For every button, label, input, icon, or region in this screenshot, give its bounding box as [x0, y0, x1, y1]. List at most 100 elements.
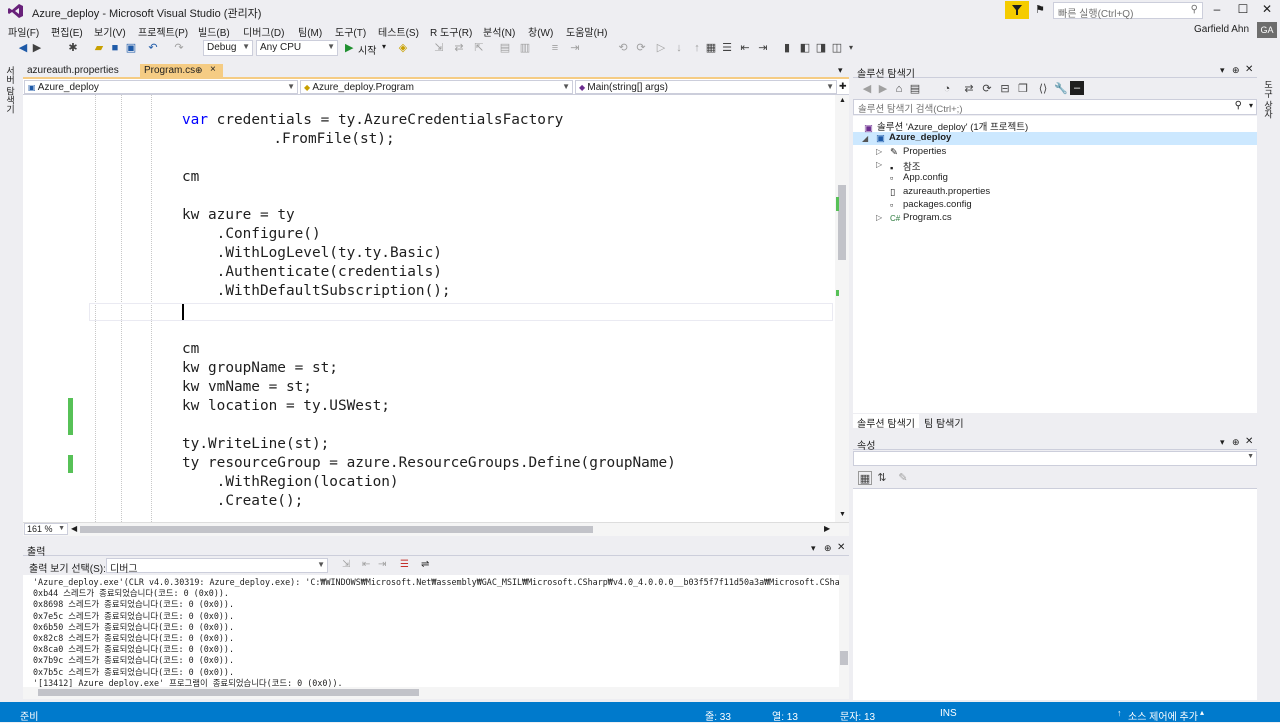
- menu-team[interactable]: 팀(M): [298, 24, 322, 39]
- split-window-icon[interactable]: ✚: [839, 81, 847, 92]
- next-bookmark-icon[interactable]: ◨: [814, 41, 828, 55]
- forward-icon[interactable]: ▶: [30, 41, 44, 55]
- tree-item-azureauth[interactable]: ▯ azureauth.properties: [890, 186, 990, 199]
- step-out-icon[interactable]: ⇱: [472, 41, 486, 55]
- toolbar-overflow-icon[interactable]: ▾: [844, 41, 858, 55]
- output-text-area[interactable]: 'Azure_deploy.exe'(CLR v4.0.30319: Azure…: [23, 575, 839, 687]
- member-combo[interactable]: ◆ Main(string[] args) ▼: [575, 80, 837, 94]
- minimize-button[interactable]: –: [1206, 2, 1228, 18]
- pin-icon[interactable]: ⊕: [1232, 437, 1240, 448]
- chevron-down-icon[interactable]: ▾: [1249, 101, 1253, 110]
- user-name[interactable]: Garfield Ahn: [1194, 24, 1249, 35]
- menu-tools[interactable]: 도구(T): [335, 24, 366, 39]
- menu-project[interactable]: 프로젝트(P): [138, 24, 188, 39]
- sync-with-document-icon[interactable]: ⇄: [962, 82, 976, 96]
- platform-combo[interactable]: Any CPU ▼: [256, 40, 338, 56]
- notification-filter-icon[interactable]: [1005, 1, 1029, 19]
- collapse-arrow-icon[interactable]: ▷: [876, 147, 882, 156]
- prev-bookmark-icon[interactable]: ◧: [798, 41, 812, 55]
- menu-edit[interactable]: 편집(E): [51, 24, 83, 39]
- zoom-combo[interactable]: 161 % ▼: [24, 523, 68, 535]
- window-position-icon[interactable]: ▾: [1220, 65, 1225, 76]
- code-line[interactable]: kw azure = ty: [182, 207, 295, 226]
- collapse-arrow-icon[interactable]: ▷: [876, 213, 882, 222]
- properties-object-combo[interactable]: ▼: [853, 451, 1257, 466]
- output-vertical-scrollbar-thumb[interactable]: [840, 651, 848, 665]
- project-combo[interactable]: ▣ Azure_deploy ▼: [24, 80, 298, 94]
- tab-team-explorer[interactable]: 팀 탐색기: [920, 414, 970, 430]
- close-icon[interactable]: ×: [210, 64, 216, 75]
- pending-changes-filter-icon[interactable]: ◔: [940, 82, 954, 96]
- output-horizontal-scrollbar-thumb[interactable]: [38, 689, 419, 696]
- browser-link-icon[interactable]: ◈: [396, 41, 410, 55]
- view-code-icon[interactable]: ⟨⟩: [1036, 82, 1050, 96]
- tab-list-icon[interactable]: ▾: [838, 65, 843, 76]
- tab-solution-explorer[interactable]: 솔루션 탐색기: [853, 414, 919, 430]
- clear-bookmarks-icon[interactable]: ◫: [830, 41, 844, 55]
- scroll-up-icon[interactable]: ▲: [839, 97, 846, 104]
- tree-item-packages-config[interactable]: ▫ packages.config: [890, 199, 972, 212]
- code-line[interactable]: cm: [182, 169, 199, 188]
- maximize-button[interactable]: ☐: [1232, 2, 1254, 18]
- properties-grid[interactable]: [853, 488, 1257, 700]
- close-button[interactable]: ✕: [1256, 2, 1278, 18]
- back-icon[interactable]: ◀: [860, 82, 874, 96]
- code-line[interactable]: kw vmName = st;: [182, 379, 312, 398]
- undo-icon[interactable]: ↶: [146, 41, 160, 55]
- pin-icon[interactable]: ⊕: [824, 543, 832, 554]
- pin-icon[interactable]: ⊕: [1232, 65, 1240, 76]
- tree-item-solution[interactable]: ▣ 솔루션 'Azure_deploy' (1개 프로젝트): [864, 119, 1028, 134]
- code-editor[interactable]: var credentials = ty.AzureCredentialsFac…: [23, 95, 835, 522]
- toolbox-tab[interactable]: 도구 상자: [1263, 80, 1275, 119]
- avatar[interactable]: GA: [1257, 22, 1277, 38]
- save-all-icon[interactable]: ▣: [124, 41, 138, 55]
- menu-file[interactable]: 파일(F): [8, 24, 39, 39]
- new-project-icon[interactable]: ✱: [66, 41, 80, 55]
- show-all-files-icon[interactable]: ❐: [1016, 82, 1030, 96]
- step-back-icon[interactable]: ↑: [690, 41, 704, 55]
- menu-build[interactable]: 빌드(B): [198, 24, 230, 39]
- switch-views-icon[interactable]: ▤: [908, 82, 922, 96]
- format-icon[interactable]: ≡: [548, 41, 562, 55]
- continue-icon[interactable]: ▷: [654, 41, 668, 55]
- refresh-icon[interactable]: ⟳: [980, 82, 994, 96]
- code-line[interactable]: kw groupName = st;: [182, 360, 338, 379]
- decrease-indent-icon[interactable]: ⇤: [738, 41, 752, 55]
- close-icon[interactable]: ✕: [1245, 436, 1253, 447]
- open-folder-icon[interactable]: ▰: [92, 41, 106, 55]
- close-icon[interactable]: ✕: [1245, 64, 1253, 75]
- add-to-source-control[interactable]: 소스 제어에 추가: [1128, 708, 1198, 723]
- properties-wrench-icon[interactable]: 🔧: [1054, 82, 1068, 96]
- code-line[interactable]: ty resourceGroup = azure.ResourceGroups.…: [182, 455, 676, 474]
- code-line[interactable]: ty.WriteLine(st);: [182, 436, 329, 455]
- save-icon[interactable]: ■: [108, 41, 122, 55]
- indent-icon[interactable]: ⇥: [568, 41, 582, 55]
- redo-icon[interactable]: ↷: [172, 41, 186, 55]
- step-icon[interactable]: ↓: [672, 41, 686, 55]
- menu-view[interactable]: 보기(V): [94, 24, 126, 39]
- code-line[interactable]: kw location = ty.USWest;: [182, 398, 390, 417]
- code-line[interactable]: .Authenticate(credentials): [182, 264, 442, 283]
- editor-vertical-scrollbar-thumb[interactable]: [838, 185, 846, 260]
- quick-launch-input[interactable]: 빠른 실행(Ctrl+Q) ⚲: [1053, 2, 1203, 20]
- preview-selected-icon[interactable]: –: [1070, 81, 1084, 95]
- type-combo[interactable]: ◆ Azure_deploy.Program ▼: [300, 80, 573, 94]
- start-button[interactable]: 시작: [358, 42, 376, 57]
- tab-program-cs[interactable]: Program.cs ⊕ ×: [140, 64, 223, 78]
- solution-explorer-search[interactable]: 솔루션 탐색기 검색(Ctrl+;) ⚲ ▾: [853, 99, 1257, 115]
- editor-vertical-scrollbar[interactable]: [835, 95, 849, 522]
- collapse-arrow-icon[interactable]: ▷: [876, 160, 882, 169]
- alphabetical-icon[interactable]: ⇅: [875, 471, 889, 485]
- output-source-combo[interactable]: 디버그 ▼: [106, 558, 328, 575]
- chevron-up-icon[interactable]: ▴: [1200, 708, 1204, 717]
- tab-azureauth-properties[interactable]: azureauth.properties: [23, 64, 141, 78]
- sync-icon[interactable]: ⟳: [634, 41, 648, 55]
- prev-message-icon[interactable]: ⇤: [362, 559, 370, 570]
- clear-all-icon[interactable]: ☰: [400, 559, 409, 570]
- align-left-icon[interactable]: ☰: [720, 41, 734, 55]
- editor-horizontal-scrollbar-thumb[interactable]: [80, 526, 593, 533]
- tree-item-references[interactable]: ▪ 참조: [890, 159, 920, 174]
- feedback-icon[interactable]: ⚑: [1035, 3, 1045, 16]
- scroll-right-icon[interactable]: ▶: [824, 524, 830, 533]
- server-explorer-tab[interactable]: 서버 탐색기: [5, 66, 17, 114]
